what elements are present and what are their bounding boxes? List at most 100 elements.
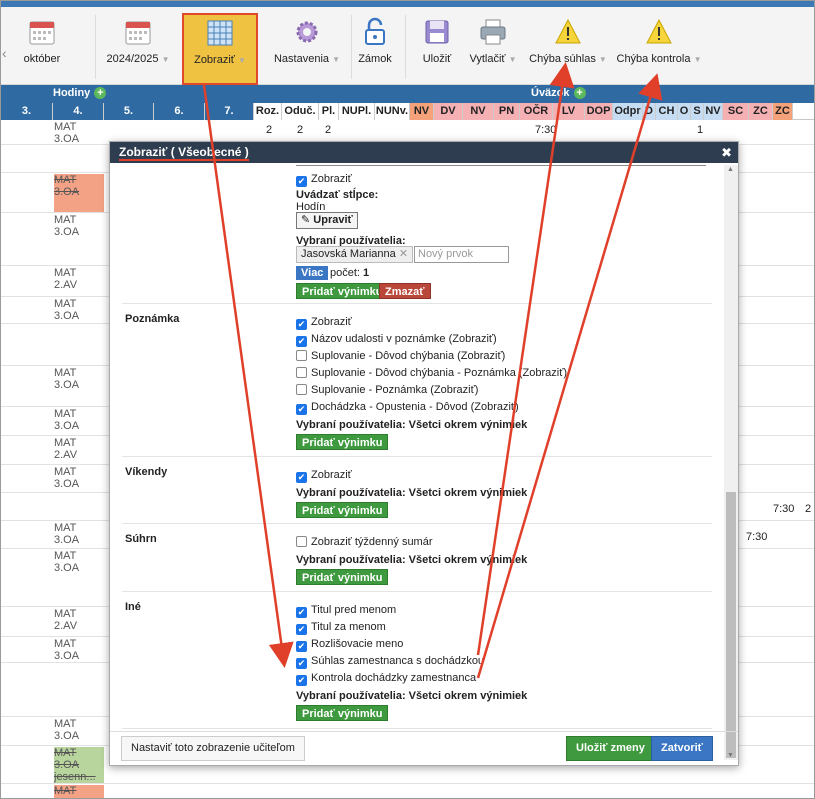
check-icon: ✔ bbox=[296, 176, 307, 187]
pridat-vynimku-button[interactable]: Pridať výnimku bbox=[296, 705, 389, 721]
warning-icon bbox=[646, 18, 672, 44]
remove-icon[interactable]: ✕ bbox=[399, 248, 408, 260]
uvazok-header: Úväzok + bbox=[531, 87, 586, 100]
lesson-cell[interactable]: MAT 3.OA bbox=[54, 466, 104, 490]
add-icon[interactable]: + bbox=[573, 87, 586, 100]
month-selector[interactable]: október bbox=[15, 7, 69, 85]
checkbox-item[interactable]: ✔ Dochádzka - Opustenia - Dôvod (Zobraziť… bbox=[296, 401, 519, 415]
checkbox-item[interactable]: Zobraziť týždenný sumár bbox=[296, 536, 433, 549]
users-label: Vybraní používatelia: Všetci okrem výnim… bbox=[296, 690, 528, 702]
lock-icon bbox=[365, 17, 385, 45]
warning-icon bbox=[555, 18, 581, 44]
scroll-up-icon[interactable]: ▲ bbox=[727, 166, 734, 173]
checkbox-icon: ✔ bbox=[296, 472, 307, 483]
section-poznamka: Poznámka ✔ Zobraziť ✔ Názov udalosti v pozná… bbox=[122, 305, 712, 457]
lesson-cell[interactable]: MAT 3.OA bbox=[54, 408, 104, 432]
uvazok-column-header: O bbox=[678, 103, 691, 120]
uvazok-column-header: DOP bbox=[585, 103, 613, 120]
lesson-cell[interactable]: MAT 3.OA bbox=[54, 718, 104, 742]
lesson-cell[interactable]: MAT bbox=[54, 785, 104, 798]
uvazok-column-header: Odpr bbox=[613, 103, 643, 120]
vytlacit-button[interactable]: Vytlačiť ▼ bbox=[467, 7, 519, 85]
hour-column-header: 7. bbox=[205, 103, 254, 120]
checkbox-item[interactable]: Suplovanie - Dôvod chýbania (Zobraziť) bbox=[296, 350, 505, 363]
lesson-cell[interactable]: MAT 3.OA bbox=[54, 174, 104, 212]
lesson-cell[interactable]: MAT 3.OA bbox=[54, 121, 104, 145]
row-value: 2 bbox=[325, 124, 332, 136]
checkbox-item[interactable]: Suplovanie - Poznámka (Zobraziť) bbox=[296, 384, 478, 397]
checkbox-icon: ✔ bbox=[296, 658, 307, 669]
lesson-cell[interactable]: MAT 3.OA bbox=[54, 550, 104, 574]
save-icon bbox=[425, 20, 449, 44]
year-selector[interactable]: 2024/2025 ▼ bbox=[103, 7, 173, 85]
scrollbar-thumb[interactable] bbox=[726, 492, 736, 758]
divider bbox=[405, 15, 406, 79]
user-tag[interactable]: Jasovská Marianna ✕ bbox=[296, 246, 414, 263]
pridat-vynimku-button[interactable]: Pridať výnimku bbox=[296, 502, 389, 518]
uvazok-column-header: OČR bbox=[520, 103, 553, 120]
zamok-button[interactable]: Zámok bbox=[355, 7, 395, 85]
checkbox-item[interactable]: ✔ Kontrola dochádzky zamestnanca bbox=[296, 672, 476, 686]
lesson-cell[interactable]: MAT 3.OA bbox=[54, 638, 104, 662]
checkbox-icon: ✔ bbox=[296, 641, 307, 652]
viac-button[interactable]: Viac bbox=[296, 266, 329, 280]
checkbox-item[interactable]: ✔ Titul pred menom bbox=[296, 604, 396, 618]
checkbox-item[interactable]: ✔ Názov udalosti v poznámke (Zobraziť) bbox=[296, 333, 497, 347]
divider bbox=[95, 15, 96, 79]
grid-column-headers: 3. 4. 5. 6. 7. Roz. Oduč. Pl. NUPl. NUNv. NV DV NV PN… bbox=[1, 103, 814, 120]
lesson-cell[interactable]: MAT 2.AV bbox=[54, 267, 104, 291]
uvazok-column-header: CH bbox=[656, 103, 678, 120]
uvazok-column-header: Oduč. bbox=[282, 103, 319, 120]
lesson-cell[interactable]: MAT 2.AV bbox=[54, 437, 104, 461]
chyba-suhlas-button[interactable]: Chýba súhlas ▼ bbox=[525, 7, 611, 85]
lesson-cell[interactable]: MAT 3.OA bbox=[54, 522, 104, 546]
zobrazit-button[interactable]: Zobraziť ▼ bbox=[182, 13, 258, 85]
checkbox-item[interactable]: ✔ Zobraziť bbox=[296, 316, 352, 330]
dialog-header: Zobraziť ( Všeobecné ) ✖ bbox=[110, 142, 738, 163]
zmazat-button[interactable]: Zmazať bbox=[379, 283, 431, 299]
prev-arrow-icon[interactable]: ‹ bbox=[2, 45, 7, 61]
zatvorit-button[interactable]: Zatvoriť bbox=[651, 736, 713, 761]
nastavit-ucitelom-button[interactable]: Nastaviť toto zobrazenie učiteľom bbox=[121, 736, 305, 761]
uvazok-column-header: Pl. bbox=[319, 103, 339, 120]
upravit-button[interactable]: ✎ Upraviť bbox=[296, 212, 358, 229]
zobrazit-dialog: Zobraziť ( Všeobecné ) ✖ ✔ Zobraziť Uvádz… bbox=[109, 141, 739, 766]
calendar-icon bbox=[125, 21, 151, 45]
checkbox-item[interactable]: ✔ Zobraziť bbox=[296, 469, 352, 483]
lesson-cell[interactable]: MAT 3.OA bbox=[54, 214, 104, 238]
chyba-kontrola-button[interactable]: Chýba kontrola ▼ bbox=[613, 7, 705, 85]
ulozit-zmeny-button[interactable]: Uložiť zmeny bbox=[566, 736, 655, 761]
lesson-cell[interactable]: MAT 2.AV bbox=[54, 608, 104, 632]
add-icon[interactable]: + bbox=[94, 87, 107, 100]
uvazok-column-header: DV bbox=[434, 103, 463, 120]
checkbox-item[interactable]: ✔ Titul za menom bbox=[296, 621, 386, 635]
new-item-input[interactable]: Nový prvok bbox=[414, 246, 509, 263]
dialog-footer: Nastaviť toto zobrazenie učiteľom Uložiť… bbox=[110, 731, 738, 766]
section-title: Víkendy bbox=[125, 466, 168, 478]
nastavenia-button[interactable]: Nastavenia ▼ bbox=[263, 7, 351, 85]
checkbox-item[interactable]: ✔ Súhlas zamestnanca s dochádzkou bbox=[296, 655, 484, 669]
checkbox-icon: ✔ bbox=[296, 319, 307, 330]
divider bbox=[351, 15, 352, 79]
lesson-cell[interactable]: MAT 3.OA jesenn... bbox=[54, 747, 104, 783]
pridat-vynimku-button[interactable]: Pridať výnimku bbox=[296, 434, 389, 450]
uvazok-column-header: NUNv. bbox=[375, 103, 410, 120]
pridat-vynimku-button[interactable]: Pridať výnimku bbox=[296, 283, 389, 299]
pridat-vynimku-button[interactable]: Pridať výnimku bbox=[296, 569, 389, 585]
checkbox-icon: ✔ bbox=[296, 624, 307, 635]
chevron-down-icon: ▼ bbox=[598, 55, 607, 64]
checkbox-item[interactable]: Suplovanie - Dôvod chýbania - Poznámka (… bbox=[296, 367, 567, 380]
section-title: Iné bbox=[125, 601, 141, 613]
checkbox-item[interactable]: ✔ Rozlišovacie meno bbox=[296, 638, 403, 652]
app-window: ‹ október 2024/2025 ▼ Zobraziť ▼ Nastave… bbox=[0, 0, 815, 799]
checkbox-icon bbox=[296, 367, 307, 378]
ulozit-button[interactable]: Uložiť bbox=[417, 7, 457, 85]
uvazok-column-header: NUPl. bbox=[339, 103, 375, 120]
close-icon[interactable]: ✖ bbox=[721, 142, 732, 163]
row-value: 7:30 bbox=[535, 124, 557, 136]
lesson-cell[interactable]: MAT 3.OA bbox=[54, 367, 104, 391]
lesson-cell[interactable]: MAT 3.OA bbox=[54, 298, 104, 322]
dialog-scrollbar[interactable]: ▲ ▼ bbox=[724, 165, 738, 760]
uvazok-column-header: Roz. bbox=[254, 103, 282, 120]
checkbox-zobrazit[interactable]: ✔ Zobraziť bbox=[296, 173, 352, 187]
